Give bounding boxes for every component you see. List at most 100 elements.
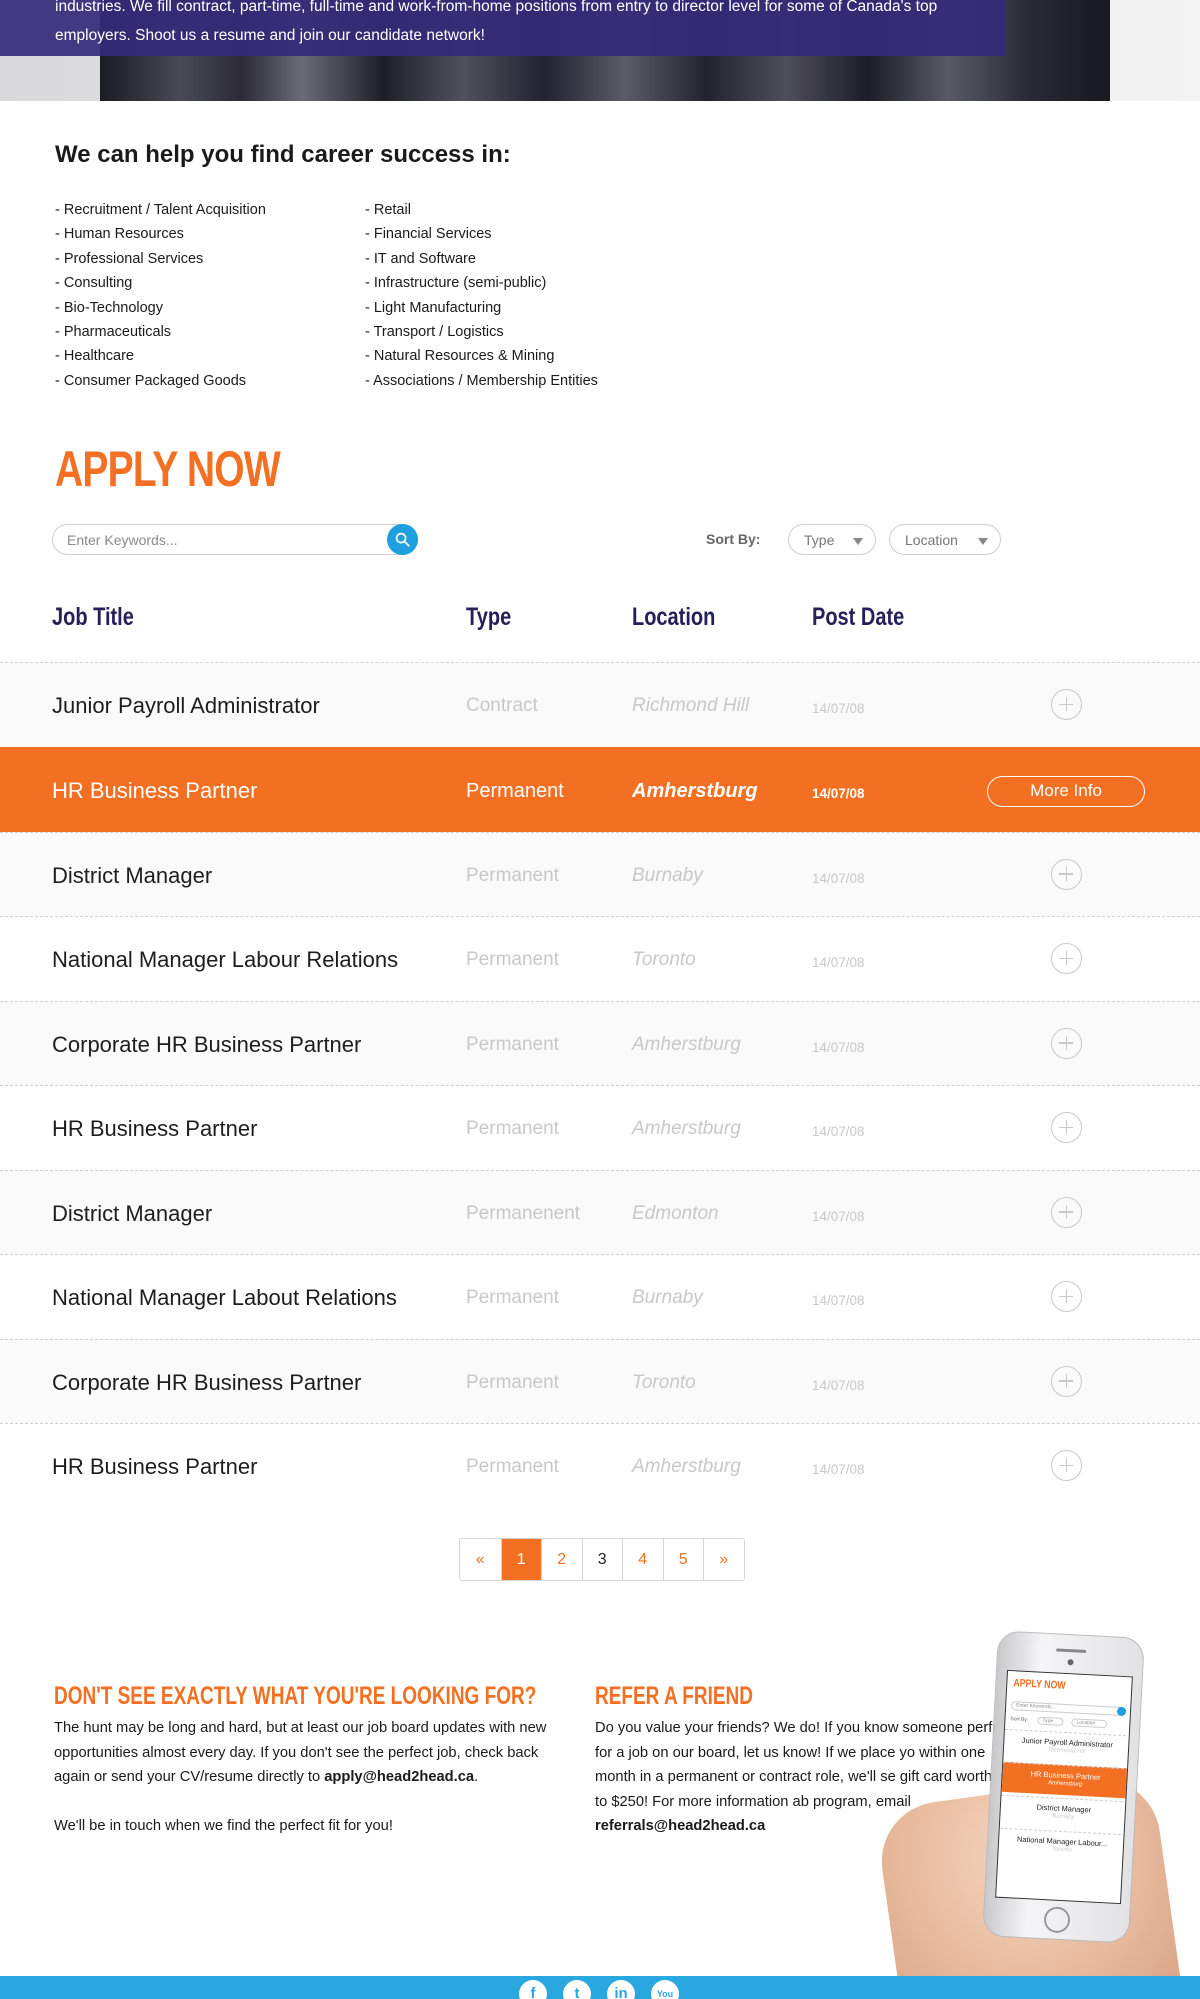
job-title[interactable]: HR Business Partner bbox=[52, 1454, 257, 1480]
job-row[interactable]: Corporate HR Business Partner Permanent To… bbox=[0, 1338, 1200, 1423]
apply-now-title: APPLY NOW bbox=[55, 441, 281, 497]
apply-email-link[interactable]: apply@head2head.ca bbox=[324, 1769, 474, 1785]
pagination-next[interactable]: » bbox=[703, 1539, 744, 1580]
keyword-search-input[interactable] bbox=[53, 525, 373, 554]
dont-see-text: The hunt may be long and hard, but at le… bbox=[54, 1720, 547, 1834]
job-location: Amherstburg bbox=[632, 1456, 741, 1477]
job-row[interactable]: National Manager Labour Relations Permane… bbox=[0, 916, 1200, 1001]
phone-search-placeholder: Enter Keywords... bbox=[1016, 1702, 1056, 1711]
job-location: Amherstburg bbox=[632, 779, 758, 802]
job-row[interactable]: District Manager Permanent Burnaby 14/07/08 bbox=[0, 831, 1200, 916]
job-title[interactable]: HR Business Partner bbox=[52, 778, 257, 804]
expand-plus-icon[interactable] bbox=[1051, 1112, 1082, 1143]
job-title[interactable]: Corporate HR Business Partner bbox=[52, 1370, 361, 1396]
sort-location-dropdown[interactable]: Location bbox=[889, 524, 1001, 555]
expand-plus-icon[interactable] bbox=[1051, 1196, 1082, 1228]
industry-item: - Pharmaceuticals bbox=[55, 324, 172, 341]
industry-item: - Financial Services bbox=[365, 226, 492, 243]
pagination-prev[interactable]: « bbox=[460, 1539, 501, 1580]
job-title[interactable]: HR Business Partner bbox=[52, 1116, 257, 1142]
industry-item: - Associations / Membership Entities bbox=[365, 372, 598, 389]
expand-plus-icon[interactable] bbox=[1051, 1365, 1082, 1397]
expand-plus-icon[interactable] bbox=[1051, 1450, 1082, 1481]
phone-screen: APPLY NOW Enter Keywords... Sort By: Typ… bbox=[995, 1669, 1133, 1905]
referrals-email-link[interactable]: referrals@head2head.ca bbox=[595, 1818, 765, 1834]
industries-title: We can help you find career success in: bbox=[55, 141, 511, 168]
phone-home-button bbox=[1043, 1906, 1071, 1934]
pagination-page-4[interactable]: 4 bbox=[622, 1539, 663, 1580]
expand-plus-icon[interactable] bbox=[1051, 689, 1082, 720]
refer-title: REFER A FRIEND bbox=[595, 1682, 753, 1710]
phone-location-dropdown: Location bbox=[1071, 1718, 1108, 1729]
job-title[interactable]: District Manager bbox=[52, 863, 212, 889]
header-type[interactable]: Type bbox=[466, 603, 511, 632]
industry-item: - IT and Software bbox=[365, 250, 476, 267]
industry-item: - Light Manufacturing bbox=[365, 299, 502, 316]
hero-text: industries. We fill contract, part-time,… bbox=[55, 0, 938, 44]
pagination-page-1[interactable]: 1 bbox=[500, 1539, 541, 1580]
job-post-date: 14/07/08 bbox=[812, 1039, 865, 1055]
pagination-page-5[interactable]: 5 bbox=[662, 1539, 704, 1580]
sort-location-label: Location bbox=[905, 532, 958, 548]
job-row[interactable]: National Manager Labout Relations Permane… bbox=[0, 1254, 1200, 1339]
job-post-date: 14/07/08 bbox=[812, 1377, 865, 1393]
phone-mockup: APPLY NOW Enter Keywords... Sort By: Typ… bbox=[982, 1630, 1145, 1944]
job-type: Permanent bbox=[466, 779, 564, 802]
expand-plus-icon[interactable] bbox=[1051, 1281, 1082, 1312]
footer-bar bbox=[0, 1976, 1200, 1999]
job-post-date: 14/07/08 bbox=[812, 1293, 865, 1308]
header-location[interactable]: Location bbox=[632, 603, 715, 632]
job-row[interactable]: HR Business Partner Permanent Amherstburg 1… bbox=[0, 1423, 1200, 1508]
refer-body: Do you value your friends? We do! If you… bbox=[595, 1720, 1013, 1810]
job-title[interactable]: National Manager Labout Relations bbox=[52, 1285, 397, 1311]
industry-item: - Consumer Packaged Goods bbox=[55, 372, 247, 389]
pagination-page-3[interactable]: 3 bbox=[581, 1539, 623, 1580]
job-location: Toronto bbox=[632, 949, 696, 970]
industry-item: - Recruitment / Talent Acquisition bbox=[55, 202, 266, 218]
industry-item: - Bio-Technology bbox=[55, 299, 163, 316]
job-row[interactable]: Corporate HR Business Partner Permanent Am… bbox=[0, 1000, 1200, 1085]
job-title[interactable]: National Manager Labour Relations bbox=[52, 947, 398, 973]
job-location: Burnaby bbox=[632, 864, 703, 886]
job-row[interactable]: District Manager Permanenent Edmonton 14/07… bbox=[0, 1169, 1200, 1254]
job-type: Permanent bbox=[466, 1118, 559, 1139]
job-title[interactable]: District Manager bbox=[52, 1201, 212, 1227]
job-post-date: 14/07/08 bbox=[812, 955, 865, 970]
phone-sort-label: Sort By: bbox=[1010, 1716, 1029, 1724]
phone-job-row: HR Business Partner Amherstburg bbox=[1001, 1761, 1130, 1799]
expand-plus-icon[interactable] bbox=[1051, 943, 1082, 974]
expand-plus-icon[interactable] bbox=[1051, 858, 1082, 890]
job-title[interactable]: Junior Payroll Administrator bbox=[52, 693, 320, 719]
dont-see-title: DON'T SEE EXACTLY WHAT YOU'RE LOOKING FO… bbox=[54, 1682, 537, 1710]
job-type: Contract bbox=[466, 695, 538, 716]
job-row[interactable]: Junior Payroll Administrator Contract Rich… bbox=[0, 662, 1200, 747]
job-location: Edmonton bbox=[632, 1202, 719, 1224]
search-icon bbox=[395, 532, 410, 547]
job-location: Toronto bbox=[632, 1371, 696, 1393]
job-title[interactable]: Corporate HR Business Partner bbox=[52, 1032, 361, 1058]
job-type: Permanenent bbox=[466, 1202, 581, 1224]
chevron-down-icon bbox=[978, 538, 988, 545]
pagination-page-2[interactable]: 2 bbox=[541, 1539, 582, 1580]
job-type: Permanent bbox=[466, 1371, 559, 1393]
job-row[interactable]: HR Business Partner Permanent Amherstburg 1… bbox=[0, 1085, 1200, 1170]
job-row[interactable]: HR Business Partner Permanent Amherstburg 1… bbox=[0, 746, 1200, 832]
phone-job-row: District Manager Burnaby bbox=[999, 1794, 1128, 1832]
industry-item: - Retail bbox=[365, 202, 411, 218]
sort-by-label: Sort By: bbox=[706, 531, 761, 547]
sort-type-dropdown[interactable]: Type bbox=[788, 524, 876, 555]
more-info-button[interactable]: More Info bbox=[987, 775, 1145, 807]
header-job-title[interactable]: Job Title bbox=[52, 603, 134, 632]
expand-plus-icon[interactable] bbox=[1051, 1027, 1082, 1059]
phone-type-dropdown: Type bbox=[1037, 1716, 1064, 1726]
chevron-down-icon bbox=[853, 538, 863, 545]
job-type: Permanent bbox=[466, 864, 559, 886]
header-post-date[interactable]: Post Date bbox=[812, 603, 904, 632]
sort-type-label: Type bbox=[804, 532, 835, 548]
phone-job-row: Junior Payroll Administrator Richmond Hil… bbox=[1003, 1728, 1131, 1766]
search-button[interactable] bbox=[387, 524, 418, 555]
job-type: Permanent bbox=[466, 949, 559, 970]
job-location: Richmond Hill bbox=[632, 695, 750, 716]
phone-camera bbox=[1067, 1659, 1074, 1666]
industry-item: - Infrastructure (semi-public) bbox=[365, 275, 547, 292]
